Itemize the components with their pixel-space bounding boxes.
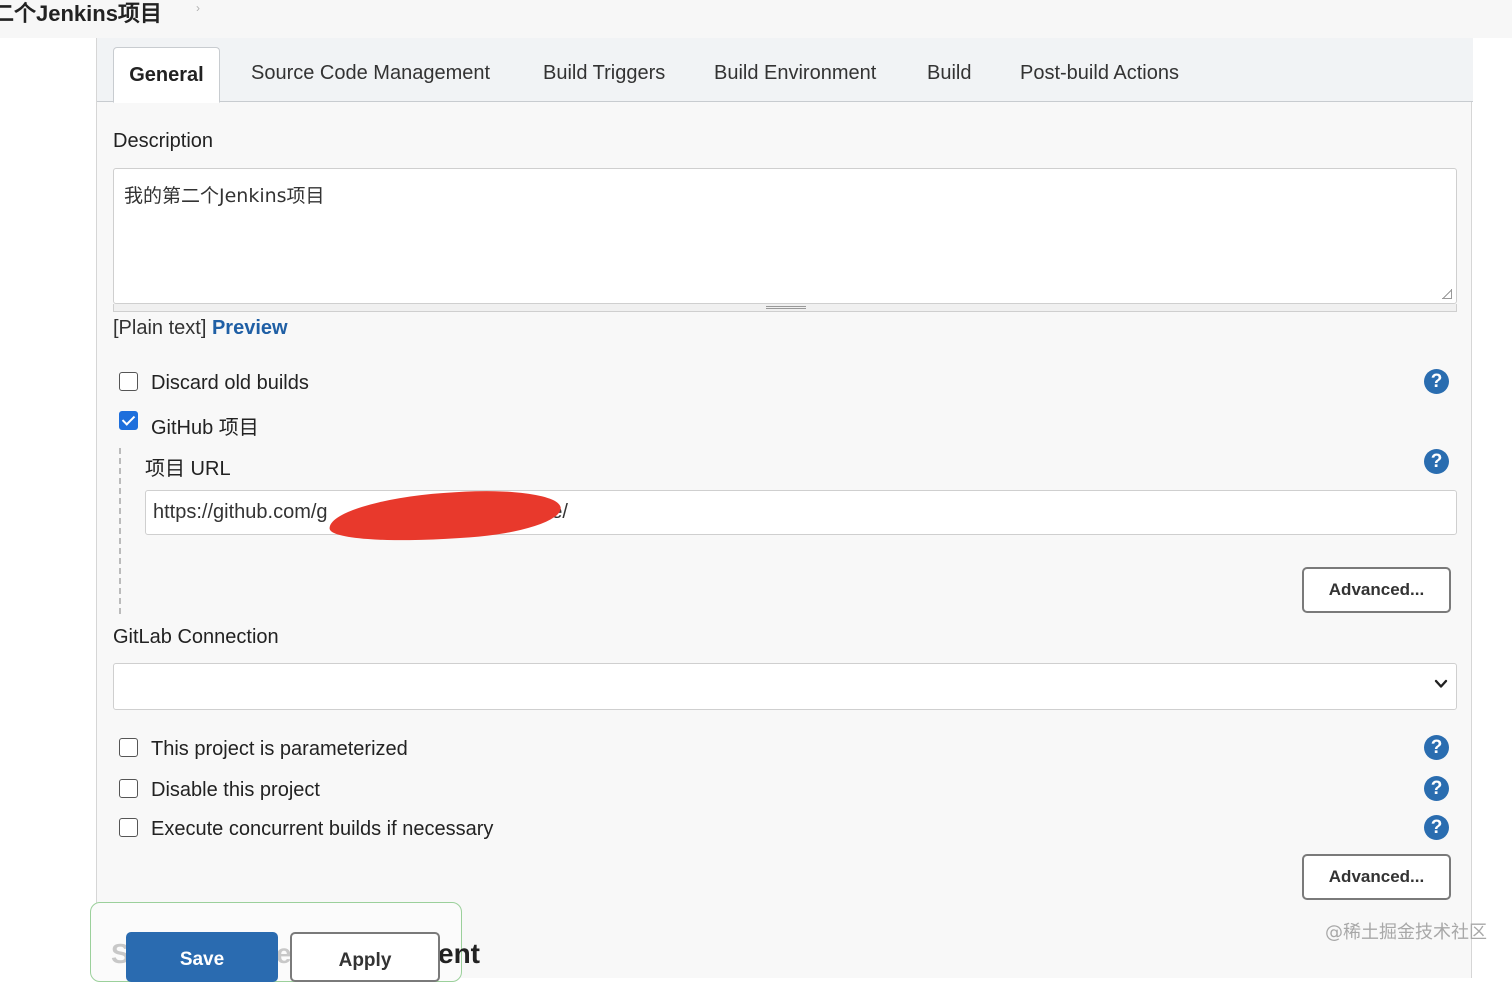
chevron-down-icon (1434, 679, 1448, 688)
discard-old-builds-label[interactable]: Discard old builds (151, 372, 309, 395)
disable-project-label[interactable]: Disable this project (151, 779, 320, 802)
help-parameterized-icon[interactable]: ? (1424, 735, 1449, 760)
tab-post-build-actions[interactable]: Post-build Actions (1020, 62, 1179, 85)
tab-build[interactable]: Build (927, 62, 971, 85)
breadcrumb-bar: 二个Jenkins项目 › (0, 0, 1512, 38)
plain-text-label: [Plain text] (113, 317, 207, 339)
gitlab-connection-select[interactable] (113, 663, 1457, 710)
description-label: Description (113, 130, 214, 152)
tab-build-environment[interactable]: Build Environment (714, 62, 876, 85)
config-tab-bar: General Source Code Management Build Tri… (97, 38, 1473, 103)
discard-old-builds-checkbox[interactable] (119, 372, 138, 391)
grip-icon (766, 306, 806, 309)
concurrent-builds-checkbox[interactable] (119, 818, 138, 837)
breadcrumb-chevron-icon[interactable]: › (196, 1, 200, 15)
advanced-button-general[interactable]: Advanced... (1302, 854, 1451, 900)
help-disable-project-icon[interactable]: ? (1424, 776, 1449, 801)
github-project-label[interactable]: GitHub 项目 (151, 411, 259, 440)
tab-build-triggers[interactable]: Build Triggers (543, 62, 665, 85)
save-button[interactable]: Save (126, 932, 278, 982)
tab-general[interactable]: General (113, 47, 220, 103)
url-prefix-text: https://github.com/g (153, 501, 328, 523)
textarea-expand-handle[interactable] (113, 304, 1457, 312)
description-text: 我的第二个Jenkins项目 (124, 185, 325, 207)
help-project-url-icon[interactable]: ? (1424, 449, 1449, 474)
nested-section-divider (119, 448, 121, 614)
github-project-checkbox[interactable] (119, 411, 138, 430)
preview-link[interactable]: Preview (212, 317, 288, 339)
tab-source-code-management[interactable]: Source Code Management (251, 62, 490, 85)
config-panel: General Source Code Management Build Tri… (96, 38, 1473, 978)
help-discard-old-builds-icon[interactable]: ? (1424, 369, 1449, 394)
advanced-button-github[interactable]: Advanced... (1302, 567, 1451, 613)
project-url-label: 项目 URL (145, 458, 231, 480)
description-textarea[interactable]: 我的第二个Jenkins项目 (113, 168, 1457, 304)
disable-project-checkbox[interactable] (119, 779, 138, 798)
parameterized-label[interactable]: This project is parameterized (151, 738, 408, 761)
breadcrumb-project-title[interactable]: 二个Jenkins项目 (0, 0, 162, 28)
section-heading-fragment-right: ent (438, 938, 480, 969)
resize-handle-icon[interactable] (1442, 289, 1452, 299)
concurrent-builds-label[interactable]: Execute concurrent builds if necessary (151, 818, 493, 841)
watermark-text: @稀土掘金技术社区 (1325, 922, 1487, 943)
gitlab-connection-label: GitLab Connection (113, 626, 279, 648)
format-hint: [Plain text] Preview (113, 317, 288, 340)
apply-button[interactable]: Apply (290, 932, 440, 982)
help-concurrent-builds-icon[interactable]: ? (1424, 815, 1449, 840)
parameterized-checkbox[interactable] (119, 738, 138, 757)
